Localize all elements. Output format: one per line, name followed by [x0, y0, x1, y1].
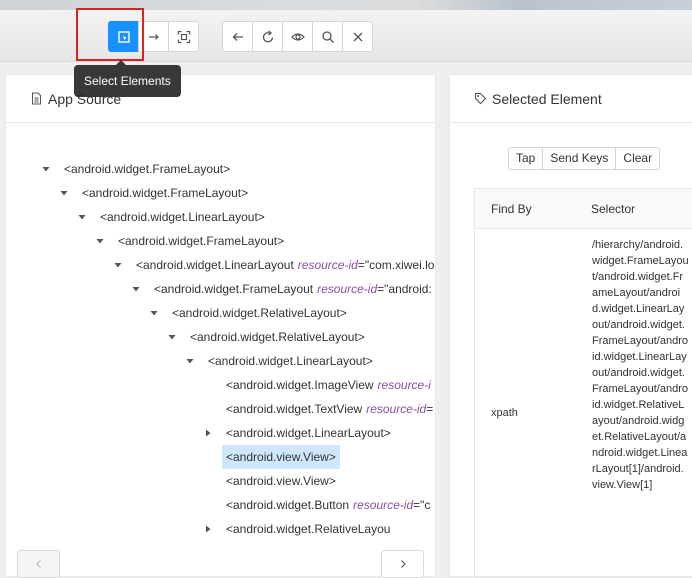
tree-node-label-selected[interactable]: <android.view.View> — [222, 445, 340, 469]
tree-node-label[interactable]: <android.widget.LinearLayout> — [96, 205, 269, 229]
scroll-left-button[interactable] — [17, 550, 60, 578]
tree-node[interactable]: <android.widget.FrameLayout resource-id ="… — [131, 277, 432, 301]
tree-node-label[interactable]: <android.view.View> — [222, 469, 340, 493]
tree-node-attr-name: resource-id — [366, 402, 427, 416]
tag-icon — [474, 92, 487, 105]
selected-element-panel: Selected Element Tap Send Keys Clear Fin… — [449, 74, 692, 578]
tree-node-attr-name: resource-id — [317, 282, 378, 296]
caret-right-icon[interactable] — [203, 524, 213, 534]
caret-spacer — [203, 500, 213, 510]
tree-node-label[interactable]: <android.widget.FrameLayout> — [114, 229, 288, 253]
tree-node[interactable]: <android.widget.FrameLayout> — [95, 229, 288, 253]
tree-node[interactable]: <android.widget.LinearLayout> — [77, 205, 269, 229]
caret-down-icon[interactable] — [77, 212, 87, 222]
action-button-group — [222, 21, 373, 52]
selector-header: Selector — [591, 201, 636, 216]
caret-down-icon[interactable] — [59, 188, 69, 198]
tree-node[interactable]: <android.view.View> — [203, 469, 340, 493]
tree-node[interactable]: <android.widget.RelativeLayou — [203, 517, 394, 541]
caret-spacer — [203, 452, 213, 462]
close-icon — [353, 32, 362, 41]
refresh-button[interactable] — [252, 21, 283, 52]
tree-node[interactable]: <android.view.View> — [203, 445, 340, 469]
caret-down-icon[interactable] — [41, 164, 51, 174]
tree-node-label[interactable]: <android.widget.LinearLayout — [132, 253, 298, 277]
caret-down-icon[interactable] — [131, 284, 141, 294]
tree-node[interactable]: <android.widget.ImageView resource-i — [203, 373, 431, 397]
arrow-left-icon — [232, 32, 243, 41]
caret-down-icon[interactable] — [185, 356, 195, 366]
tree-node[interactable]: <android.widget.Button resource-id ="c — [203, 493, 430, 517]
app-source-header: App Source — [6, 75, 435, 123]
tree-node-label[interactable]: <android.widget.ImageView — [222, 373, 378, 397]
chevron-left-icon — [35, 560, 41, 568]
caret-spacer — [203, 476, 213, 486]
tree-node-label[interactable]: <android.widget.FrameLayout> — [78, 181, 252, 205]
back-button[interactable] — [222, 21, 253, 52]
tree-node[interactable]: <android.widget.FrameLayout> — [41, 157, 234, 181]
tree-node-label[interactable]: <android.widget.LinearLayout> — [204, 349, 377, 373]
caret-spacer — [203, 404, 213, 414]
selector-value[interactable]: /hierarchy/android.widget.FrameLayout/an… — [592, 237, 689, 493]
caret-spacer — [203, 380, 213, 390]
tap-by-coordinates-button[interactable] — [168, 21, 199, 52]
tree-node-attr-value: = — [426, 402, 434, 416]
annotation-highlight-box — [76, 8, 144, 61]
tree-node[interactable]: <android.widget.RelativeLayout> — [167, 325, 369, 349]
find-by-value: xpath — [491, 407, 518, 419]
search-button[interactable] — [312, 21, 343, 52]
tree-node-attr-value: ="c — [413, 498, 431, 512]
tree-node[interactable]: <android.widget.TextView resource-id = — [203, 397, 433, 421]
caret-down-icon[interactable] — [113, 260, 123, 270]
tree-node-attr-value: ="android: — [377, 282, 432, 296]
quit-button[interactable] — [342, 21, 373, 52]
caret-right-icon[interactable] — [203, 428, 213, 438]
find-by-header: Find By — [491, 201, 532, 216]
refresh-icon — [262, 29, 273, 42]
tree-node-attr-value: ="com.xiwei.lo — [357, 258, 435, 272]
tree-node[interactable]: <android.widget.FrameLayout> — [59, 181, 252, 205]
selected-element-title: Selected Element — [492, 90, 602, 107]
select-elements-tooltip: Select Elements — [74, 60, 181, 97]
tree-node-label[interactable]: <android.widget.RelativeLayout> — [168, 301, 351, 325]
tree-node[interactable]: <android.widget.LinearLayout resource-id =… — [113, 253, 434, 277]
clear-button[interactable]: Clear — [615, 147, 661, 170]
swipe-arrow-icon — [148, 33, 159, 40]
tree-node-label[interactable]: <android.widget.Button — [222, 493, 353, 517]
tree-node[interactable]: <android.widget.LinearLayout> — [185, 349, 377, 373]
eye-icon — [290, 32, 305, 41]
tree-node-label[interactable]: <android.widget.FrameLayout> — [60, 157, 234, 181]
search-icon — [321, 30, 334, 43]
chevron-right-icon — [400, 560, 406, 568]
scroll-right-button[interactable] — [381, 550, 424, 578]
tree-node-label[interactable]: <android.widget.LinearLayout> — [222, 421, 395, 445]
tap-button[interactable]: Tap — [508, 147, 544, 170]
caret-down-icon[interactable] — [95, 236, 105, 246]
tree-node[interactable]: <android.widget.LinearLayout> — [203, 421, 395, 445]
tree-node-label[interactable]: <android.widget.RelativeLayout> — [186, 325, 369, 349]
tree-node-attr-name: resource-id — [353, 498, 414, 512]
tree-node-label[interactable]: <android.widget.RelativeLayou — [222, 517, 394, 541]
crosshair-frame-icon — [177, 30, 190, 43]
element-action-group: Tap Send Keys Clear — [508, 147, 661, 170]
tree-node-attr-name: resource-i — [377, 378, 431, 392]
selected-element-header: Selected Element — [450, 75, 692, 123]
attributes-table: Find By Selector xpath /hierarchy/androi… — [474, 188, 692, 578]
source-tree: <android.widget.FrameLayout> <android.wid… — [6, 157, 437, 578]
table-header-row: Find By Selector — [475, 189, 692, 229]
app-source-panel: App Source <android.widget.FrameLayout> <… — [5, 74, 437, 578]
send-keys-button[interactable]: Send Keys — [542, 147, 617, 170]
tree-node-label[interactable]: <android.widget.FrameLayout — [150, 277, 317, 301]
tree-node-label[interactable]: <android.widget.TextView — [222, 397, 366, 421]
tree-node-attr-name: resource-id — [297, 258, 358, 272]
caret-down-icon[interactable] — [149, 308, 159, 318]
file-icon — [32, 92, 41, 105]
tree-node[interactable]: <android.widget.RelativeLayout> — [149, 301, 351, 325]
caret-down-icon[interactable] — [167, 332, 177, 342]
show-hidden-button[interactable] — [282, 21, 313, 52]
